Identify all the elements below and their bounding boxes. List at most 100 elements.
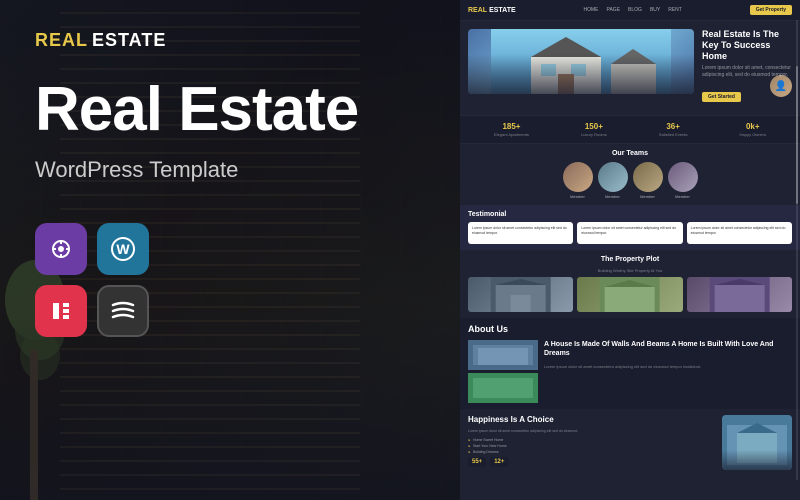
mini-stats: 55+ 12+ <box>468 457 716 467</box>
elementor-icon <box>35 285 87 337</box>
preview-hero: Real Estate Is The Key To Success Home L… <box>460 21 800 115</box>
happiness-list: Home Sweet Home Start Your New Home Buil… <box>468 438 716 454</box>
stat-rooms: 150+ Luxury Rooms <box>581 122 607 137</box>
stat-num-2: 150+ <box>581 122 607 131</box>
mini-stat-num-1: 55+ <box>472 459 482 465</box>
happiness-item-3: Building Dreams <box>468 450 716 454</box>
nav-home[interactable]: HOME <box>584 7 599 13</box>
preview-team: Our Teams Member Member Member <box>460 144 800 205</box>
stat-label-3: Satisfied Events <box>659 132 688 137</box>
team-name-1: Member <box>563 194 593 199</box>
uf-icon <box>97 285 149 337</box>
team-member-4: Member <box>668 162 698 199</box>
subtitle: WordPress Template <box>35 157 425 183</box>
preview-nav-links: HOME PAGE BLOG BUY RENT <box>584 7 682 13</box>
nav-rent[interactable]: RENT <box>668 7 682 13</box>
stat-apartments: 185+ Elegant Apartments <box>494 122 529 137</box>
property-card-1 <box>468 277 573 312</box>
team-member-1: Member <box>563 162 593 199</box>
preview-hero-heading: Real Estate Is The Key To Success Home <box>702 29 792 61</box>
stat-label-1: Elegant Apartments <box>494 132 529 137</box>
tree-trunk <box>30 350 38 500</box>
happiness-text: Happiness Is A Choice Lorem ipsum dolor … <box>468 415 716 470</box>
about-image-1 <box>468 340 538 370</box>
brand-real: REAL <box>35 30 88 51</box>
hero-background <box>468 29 694 94</box>
main-heading: Real Estate <box>35 79 425 141</box>
preview-about: About Us <box>460 318 800 409</box>
about-text: A House Is Made Of Walls And Beams A Hom… <box>544 340 792 403</box>
mini-stat-2: 12+ <box>490 457 508 467</box>
stat-label-2: Luxury Rooms <box>581 132 607 137</box>
happiness-item-2: Start Your New Home <box>468 444 716 448</box>
scroll-thumb <box>796 66 798 204</box>
team-avatars: Member Member Member Member <box>468 162 792 199</box>
team-avatar-2 <box>598 162 628 192</box>
preview-logo-real: REAL <box>468 7 487 14</box>
team-name-3: Member <box>633 194 663 199</box>
testimonial-card-2: Lorem ipsum dolor sit amet consectetur a… <box>577 222 682 244</box>
about-title: About Us <box>468 324 792 334</box>
team-title: Our Teams <box>468 150 792 157</box>
preview-hero-subtext: Lorem ipsum dolor sit amet, consectetur … <box>702 65 792 79</box>
right-panel: REAL ESTATE HOME PAGE BLOG BUY RENT Get … <box>460 0 800 500</box>
stat-label-4: Happy Owners <box>740 132 766 137</box>
property-grid <box>468 277 792 312</box>
brand-estate: ESTATE <box>92 30 166 51</box>
testimonial-card-3: Lorem ipsum dolor sit amet consectetur a… <box>687 222 792 244</box>
left-content: REAL ESTATE Real Estate WordPress Templa… <box>0 0 460 367</box>
svg-text:W: W <box>116 241 130 257</box>
stat-num-1: 185+ <box>494 122 529 131</box>
website-preview: REAL ESTATE HOME PAGE BLOG BUY RENT Get … <box>460 0 800 500</box>
about-image-2 <box>468 373 538 403</box>
preview-testimonial: Testimonial Lorem ipsum dolor sit amet c… <box>460 205 800 250</box>
brand-title: REAL ESTATE <box>35 30 425 51</box>
stat-num-3: 36+ <box>659 122 688 131</box>
happiness-title: Happiness Is A Choice <box>468 415 716 425</box>
preview-stats: 185+ Elegant Apartments 150+ Luxury Room… <box>460 115 800 144</box>
testimonial-text-1: Lorem ipsum dolor sit amet consectetur a… <box>472 226 569 236</box>
preview-scrollbar[interactable] <box>796 20 798 480</box>
main-container: REAL ESTATE Real Estate WordPress Templa… <box>0 0 800 500</box>
quix-icon <box>35 223 87 275</box>
preview-hero-cta[interactable]: Get Started <box>702 92 741 102</box>
nav-blog[interactable]: BLOG <box>628 7 642 13</box>
testimonial-title: Testimonial <box>468 211 792 218</box>
about-content: A House Is Made Of Walls And Beams A Hom… <box>468 340 792 403</box>
about-desc: Lorem ipsum dolor sit amet consectetur a… <box>544 364 792 370</box>
plugin-icons: W <box>35 223 165 337</box>
about-images <box>468 340 538 403</box>
wordpress-icon: W <box>97 223 149 275</box>
happiness-desc: Lorem ipsum dolor sit amet consectetur a… <box>468 429 716 434</box>
nav-page[interactable]: PAGE <box>607 7 621 13</box>
team-name-2: Member <box>598 194 628 199</box>
property-title: The Property Plot <box>468 256 792 263</box>
happiness-item-1: Home Sweet Home <box>468 438 716 442</box>
preview-cta-btn[interactable]: Get Property <box>750 5 792 15</box>
preview-happiness: Happiness Is A Choice Lorem ipsum dolor … <box>460 409 800 476</box>
stat-events: 36+ Satisfied Events <box>659 122 688 137</box>
stat-num-4: 0k+ <box>740 122 766 131</box>
stat-owners: 0k+ Happy Owners <box>740 122 766 137</box>
nav-buy[interactable]: BUY <box>650 7 660 13</box>
team-avatar-4 <box>668 162 698 192</box>
happiness-image <box>722 415 792 470</box>
testimonial-text-3: Lorem ipsum dolor sit amet consectetur a… <box>691 226 788 236</box>
team-member-2: Member <box>598 162 628 199</box>
preview-property: The Property Plot Building Worthy Site P… <box>460 250 800 318</box>
about-quote: A House Is Made Of Walls And Beams A Hom… <box>544 340 792 358</box>
testimonial-cards: Lorem ipsum dolor sit amet consectetur a… <box>468 222 792 244</box>
left-panel: REAL ESTATE Real Estate WordPress Templa… <box>0 0 460 500</box>
team-name-4: Member <box>668 194 698 199</box>
preview-nav: REAL ESTATE HOME PAGE BLOG BUY RENT Get … <box>460 0 800 21</box>
team-member-3: Member <box>633 162 663 199</box>
property-card-2 <box>577 277 682 312</box>
preview-hero-image <box>468 29 694 107</box>
preview-hero-text: Real Estate Is The Key To Success Home L… <box>702 29 792 107</box>
team-avatar-1 <box>563 162 593 192</box>
preview-logo: REAL ESTATE <box>468 7 516 14</box>
team-avatar-3 <box>633 162 663 192</box>
preview-logo-estate: ESTATE <box>489 7 516 14</box>
testimonial-text-2: Lorem ipsum dolor sit amet consectetur a… <box>581 226 678 236</box>
property-card-3 <box>687 277 792 312</box>
